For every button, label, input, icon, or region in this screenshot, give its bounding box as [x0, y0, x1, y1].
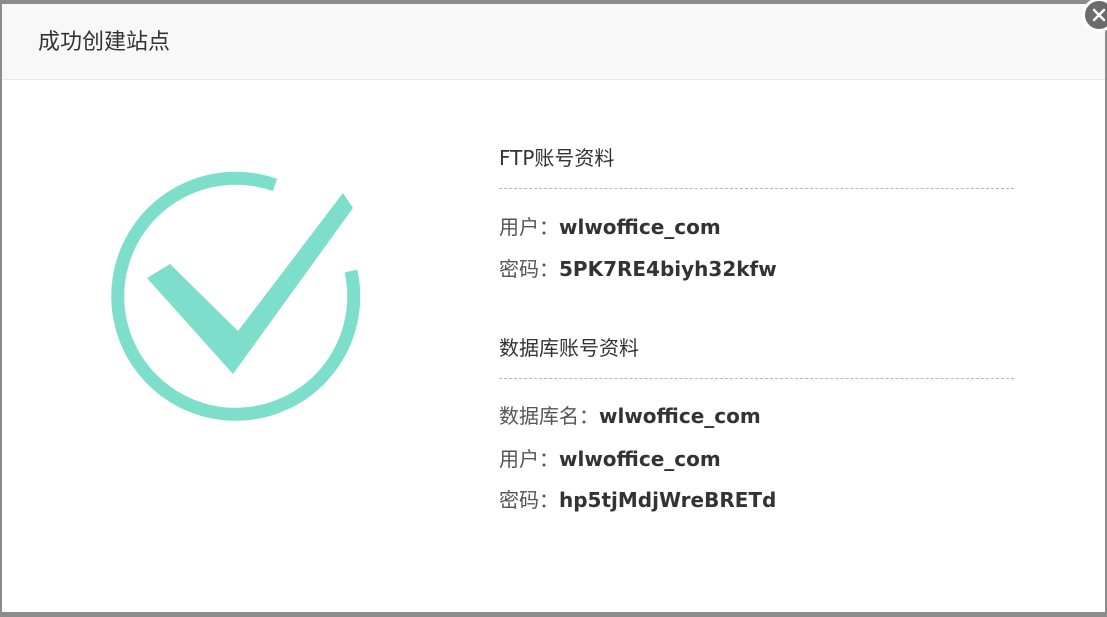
ftp-divider: [499, 188, 1014, 189]
ftp-user-value: wlwoffice_com: [559, 215, 721, 239]
ftp-password-row: 密码：5PK7RE4biyh32kfw: [499, 255, 777, 283]
check-circle-icon: [111, 171, 361, 421]
database-divider: [499, 378, 1014, 379]
ftp-password-label: 密码：: [499, 257, 559, 281]
dialog-header: 成功创建站点: [2, 4, 1105, 80]
database-user-row: 用户：wlwoffice_com: [499, 445, 721, 473]
database-name-value: wlwoffice_com: [599, 404, 761, 428]
database-name-label: 数据库名：: [499, 404, 599, 428]
site-created-dialog: 成功创建站点 FTP账号资料 用户：wlwoffice_com 密码：5PK7R…: [2, 0, 1107, 612]
database-name-row: 数据库名：wlwoffice_com: [499, 402, 761, 430]
ftp-user-row: 用户：wlwoffice_com: [499, 213, 721, 241]
database-section-title: 数据库账号资料: [499, 336, 639, 360]
database-password-value: hp5tjMdjWreBRETd: [559, 488, 777, 512]
ftp-section-title: FTP账号资料: [499, 146, 615, 170]
database-user-label: 用户：: [499, 447, 559, 471]
database-user-value: wlwoffice_com: [559, 447, 721, 471]
close-icon: [1092, 8, 1106, 22]
database-password-row: 密码：hp5tjMdjWreBRETd: [499, 486, 776, 514]
ftp-user-label: 用户：: [499, 215, 559, 239]
ftp-password-value: 5PK7RE4biyh32kfw: [559, 257, 777, 281]
database-password-label: 密码：: [499, 488, 559, 512]
dialog-title: 成功创建站点: [38, 30, 171, 55]
